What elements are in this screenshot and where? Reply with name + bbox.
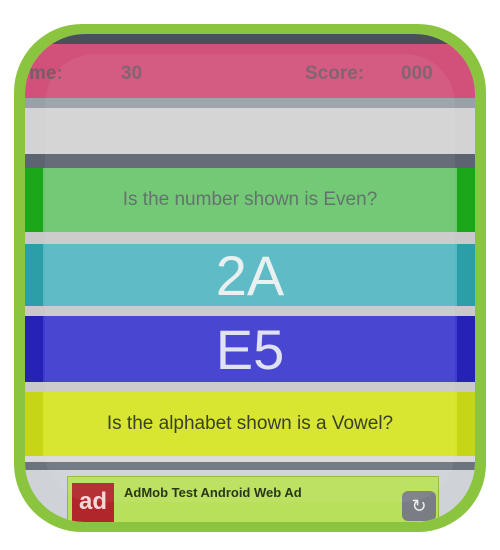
score-label: Score: <box>305 63 365 84</box>
number-card: 2A <box>25 244 475 307</box>
game-screen: me: 30 Score: 000 Is the number shown is… <box>25 34 475 522</box>
letter-value: E5 <box>43 316 457 382</box>
vowel-question-text: Is the alphabet shown is a Vowel? <box>43 392 457 456</box>
close-icon[interactable]: ↻ <box>402 491 436 521</box>
score-bar: me: 30 Score: 000 <box>25 44 475 98</box>
divider <box>25 98 475 108</box>
even-question-text: Is the number shown is Even? <box>43 168 457 232</box>
admob-logo-icon: ad <box>72 483 114 522</box>
letter-card: E5 <box>25 316 475 382</box>
status-strip <box>25 34 475 44</box>
time-label: me: <box>29 63 63 84</box>
number-value: 2A <box>43 244 457 307</box>
ad-banner[interactable]: ad AdMob Test Android Web Ad ↻ <box>67 476 439 522</box>
blank-panel <box>25 108 475 154</box>
time-value: 30 <box>121 63 143 84</box>
vowel-question-button[interactable]: Is the alphabet shown is a Vowel? <box>25 392 475 456</box>
score-value: 000 <box>401 63 433 84</box>
ad-title: AdMob Test Android Web Ad <box>124 485 302 500</box>
divider <box>25 154 475 168</box>
divider <box>25 306 475 316</box>
divider <box>25 462 475 470</box>
divider <box>25 382 475 392</box>
even-question-button[interactable]: Is the number shown is Even? <box>25 168 475 232</box>
